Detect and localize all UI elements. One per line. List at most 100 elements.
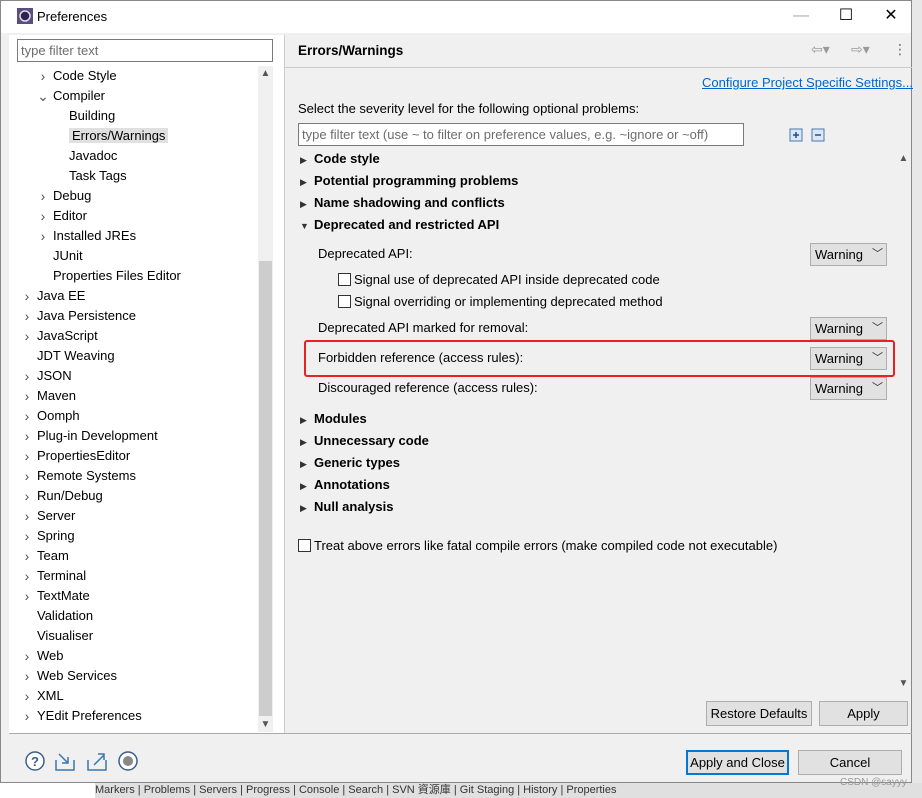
treat-fatal-checkbox[interactable]: Treat above errors like fatal compile er… (298, 536, 777, 556)
tree-item[interactable]: › Plug-in Development (25, 426, 158, 446)
tree-item[interactable]: › TextMate (25, 586, 90, 606)
tree-item[interactable]: › Editor (41, 206, 87, 226)
tree-item[interactable]: › Remote Systems (25, 466, 136, 486)
deprecated-api-select[interactable]: Warning ﹀ (810, 243, 887, 266)
minimize-button[interactable]: — (781, 5, 821, 29)
tree-item[interactable]: › XML (25, 686, 64, 706)
checkbox-unchecked[interactable] (338, 295, 351, 308)
tree-item[interactable]: Javadoc (69, 146, 117, 166)
chevron-right-icon[interactable]: › (21, 646, 33, 666)
expand-all-icon[interactable] (789, 128, 803, 142)
section-header[interactable]: ▶ Unnecessary code (300, 431, 429, 451)
chevron-right-icon[interactable]: › (37, 206, 49, 226)
import-icon[interactable] (54, 750, 76, 772)
tree-item[interactable]: JUnit (53, 246, 83, 266)
chevron-down-icon[interactable]: ⌄ (37, 86, 49, 106)
tree-item[interactable]: › Terminal (25, 566, 86, 586)
tree-item[interactable]: › Oomph (25, 406, 80, 426)
tree-item[interactable]: Errors/Warnings (69, 126, 169, 146)
section-header[interactable]: ▶ Modules (300, 409, 367, 429)
tree-scrollbar[interactable]: ▲ ▼ (258, 66, 273, 732)
chevron-right-icon[interactable]: › (21, 706, 33, 726)
chevron-right-icon[interactable]: › (21, 566, 33, 586)
configure-project-link[interactable]: Configure Project Specific Settings... (702, 75, 913, 90)
chevron-right-icon[interactable]: › (21, 406, 33, 426)
chevron-right-icon[interactable]: › (21, 386, 33, 406)
chevron-right-icon[interactable]: › (21, 286, 33, 306)
tree-item[interactable]: › YEdit Preferences (25, 706, 142, 726)
apply-and-close-button[interactable]: Apply and Close (686, 750, 789, 775)
discouraged-reference-select[interactable]: Warning ﹀ (810, 377, 887, 400)
chevron-right-icon[interactable]: › (21, 446, 33, 466)
scroll-up-icon[interactable]: ▲ (258, 68, 273, 79)
collapse-all-icon[interactable] (811, 128, 825, 142)
tree-item[interactable]: › Spring (25, 526, 75, 546)
tree-item[interactable]: Visualiser (37, 626, 93, 646)
apply-button[interactable]: Apply (819, 701, 908, 726)
section-deprecated[interactable]: ▼ Deprecated and restricted API (300, 215, 499, 235)
chevron-right-icon[interactable]: › (21, 666, 33, 686)
scrollbar-thumb[interactable] (259, 261, 272, 716)
signal-deprecated-checkbox[interactable]: Signal use of deprecated API inside depr… (338, 270, 660, 290)
chevron-right-icon[interactable]: › (21, 686, 33, 706)
back-icon[interactable]: ⇦▾ (811, 41, 830, 58)
forward-icon[interactable]: ⇨▾ (851, 41, 870, 58)
options-scrollbar[interactable]: ▲ ▼ (896, 151, 911, 691)
tree-item[interactable]: › PropertiesEditor (25, 446, 131, 466)
tree-item[interactable]: JDT Weaving (37, 346, 115, 366)
tree-item[interactable]: Properties Files Editor (53, 266, 181, 286)
tree-item[interactable]: › Java EE (25, 286, 86, 306)
checkbox-unchecked[interactable] (338, 273, 351, 286)
scroll-down-icon[interactable]: ▼ (896, 678, 911, 689)
signal-overriding-checkbox[interactable]: Signal overriding or implementing deprec… (338, 292, 663, 312)
chevron-right-icon[interactable]: › (37, 66, 49, 86)
section-header[interactable]: ▶ Code style (300, 149, 380, 169)
cancel-button[interactable]: Cancel (798, 750, 902, 775)
section-header[interactable]: ▶ Generic types (300, 453, 400, 473)
tree-item[interactable]: › Run/Debug (25, 486, 103, 506)
restore-defaults-button[interactable]: Restore Defaults (706, 701, 812, 726)
maximize-button[interactable]: ☐ (826, 5, 866, 29)
tree-item[interactable]: Validation (37, 606, 93, 626)
chevron-right-icon[interactable]: › (21, 366, 33, 386)
section-header[interactable]: ▶ Name shadowing and conflicts (300, 193, 505, 213)
chevron-right-icon[interactable]: › (37, 226, 49, 246)
checkbox-unchecked[interactable] (298, 539, 311, 552)
chevron-right-icon[interactable]: › (21, 426, 33, 446)
scroll-down-icon[interactable]: ▼ (258, 719, 273, 730)
tree-item[interactable]: ⌄ Compiler (37, 86, 105, 106)
tree-filter-input[interactable] (17, 39, 273, 62)
tree-item[interactable]: › Server (25, 506, 76, 526)
tree-item[interactable]: › Team (25, 546, 69, 566)
tree-item[interactable]: › Debug (41, 186, 92, 206)
tree-item[interactable]: Building (69, 106, 115, 126)
section-header[interactable]: ▶ Null analysis (300, 497, 393, 517)
tree-item[interactable]: Task Tags (69, 166, 127, 186)
chevron-right-icon[interactable]: › (21, 306, 33, 326)
tree-item[interactable]: › Web Services (25, 666, 117, 686)
tree-item[interactable]: › JavaScript (25, 326, 98, 346)
section-header[interactable]: ▶ Potential programming problems (300, 171, 518, 191)
tree-item[interactable]: › Installed JREs (41, 226, 136, 246)
chevron-right-icon[interactable]: › (21, 526, 33, 546)
export-icon[interactable] (86, 750, 108, 772)
chevron-right-icon[interactable]: › (37, 186, 49, 206)
chevron-right-icon[interactable]: › (21, 326, 33, 346)
tree-item[interactable]: › Java Persistence (25, 306, 136, 326)
tree-item[interactable]: › JSON (25, 366, 72, 386)
menu-icon[interactable]: ⋮ (893, 41, 907, 58)
scroll-up-icon[interactable]: ▲ (896, 153, 911, 164)
close-button[interactable]: ✕ (871, 5, 911, 29)
chevron-right-icon[interactable]: › (21, 586, 33, 606)
tree-item[interactable]: › Web (25, 646, 64, 666)
chevron-right-icon[interactable]: › (21, 486, 33, 506)
chevron-right-icon[interactable]: › (21, 506, 33, 526)
removal-select[interactable]: Warning ﹀ (810, 317, 887, 340)
forbidden-reference-select[interactable]: Warning ﹀ (810, 347, 887, 370)
problem-filter-input[interactable] (298, 123, 744, 146)
help-icon[interactable]: ? (24, 750, 46, 772)
section-header[interactable]: ▶ Annotations (300, 475, 390, 495)
tree-item[interactable]: › Maven (25, 386, 76, 406)
record-icon[interactable] (117, 750, 139, 772)
chevron-right-icon[interactable]: › (21, 466, 33, 486)
